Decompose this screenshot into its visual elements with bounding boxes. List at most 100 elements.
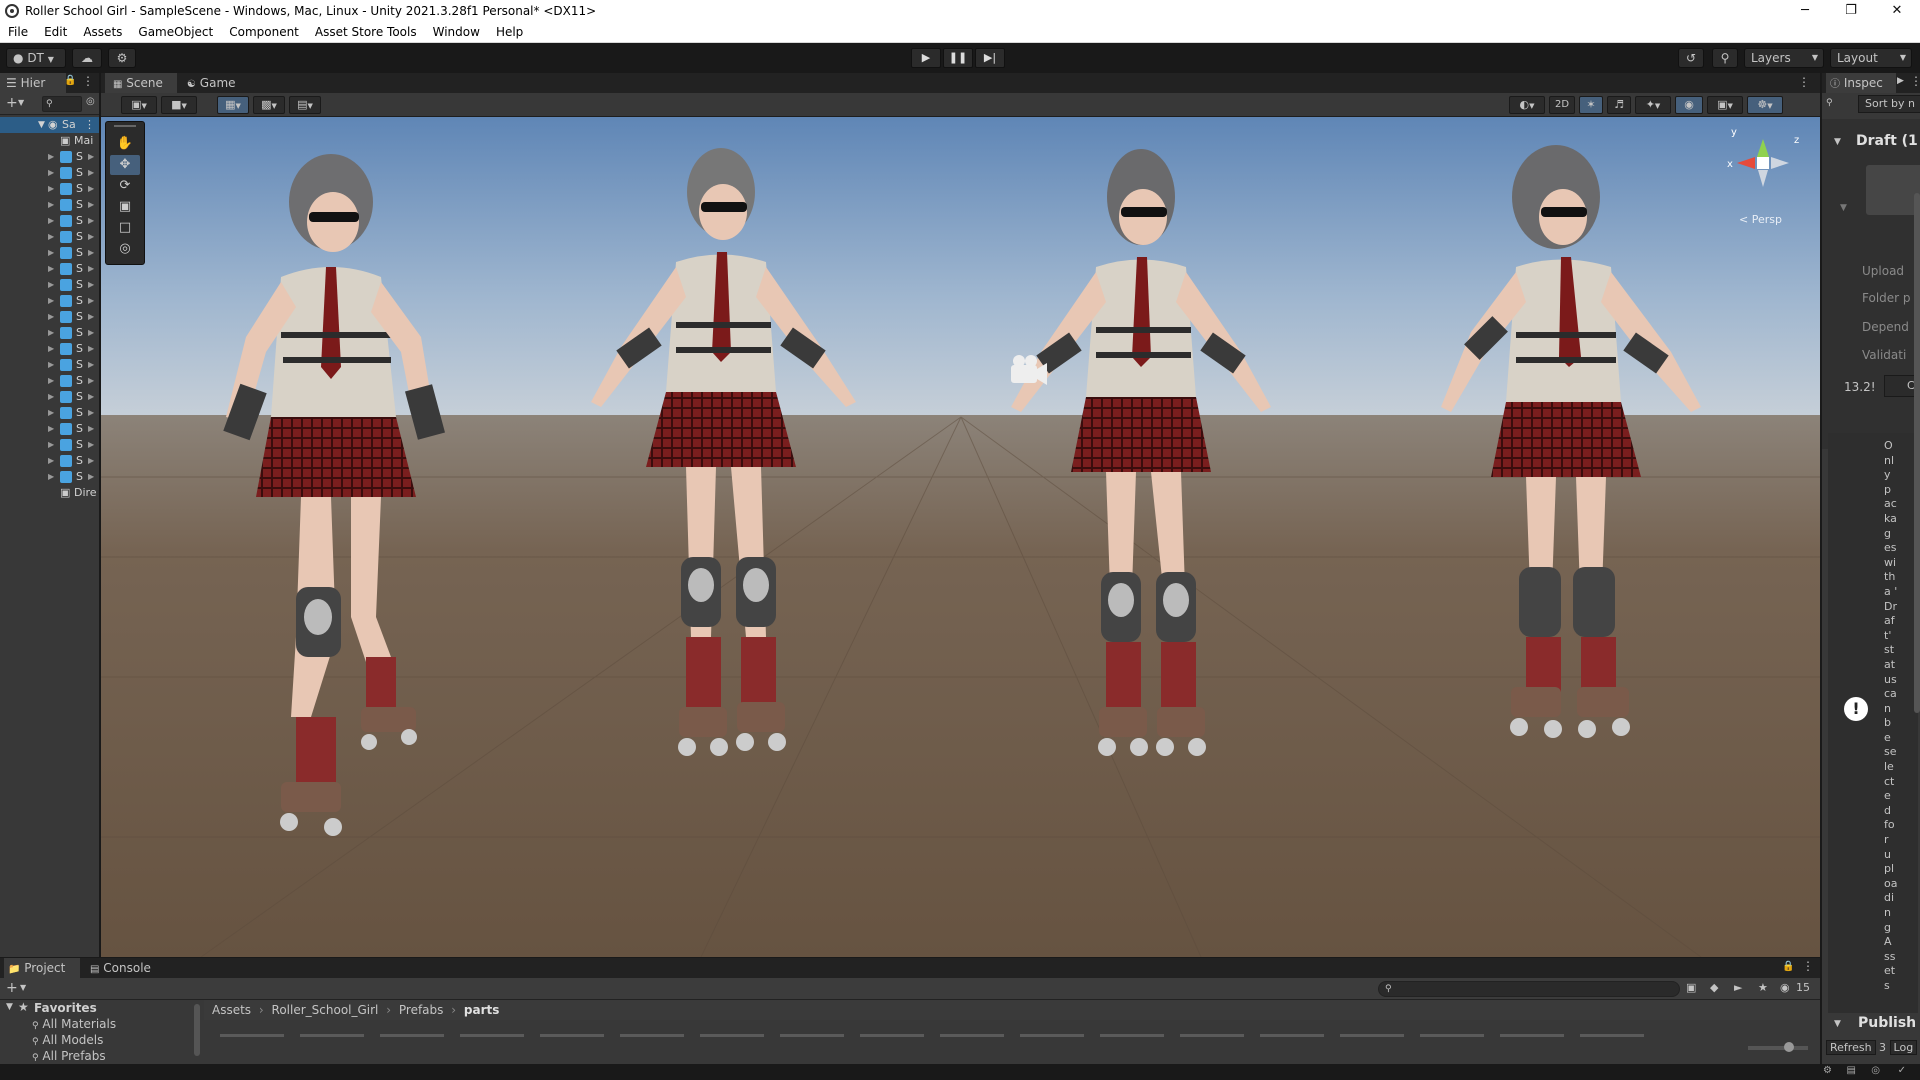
chevron-down-icon[interactable]: ▼ — [1840, 203, 1847, 213]
chevron-right-icon[interactable]: ▶ — [48, 229, 54, 245]
chevron-right-icon[interactable]: ▶ — [88, 149, 94, 165]
chevron-right-icon[interactable]: ▶ — [88, 261, 94, 277]
asset-thumbnail[interactable] — [220, 1034, 284, 1037]
hierarchy-item[interactable]: ▶ ▶ S — [0, 261, 99, 277]
chevron-right-icon[interactable]: ▶ — [48, 341, 54, 357]
sort-dropdown[interactable]: Sort by n — [1858, 95, 1920, 113]
hierarchy-item[interactable]: ▶ ▶ S — [0, 277, 99, 293]
asset-thumbnail[interactable] — [1580, 1034, 1644, 1037]
zoom-slider-handle[interactable] — [1784, 1042, 1794, 1052]
hierarchy-item[interactable]: ▶ ▶ S — [0, 405, 99, 421]
projection-label[interactable]: < Persp — [1739, 213, 1782, 226]
menu-edit[interactable]: Edit — [36, 22, 75, 43]
chevron-right-icon[interactable]: ▶ — [48, 405, 54, 421]
eye-slash-icon[interactable]: ◉ — [1780, 981, 1790, 994]
asset-thumbnail[interactable] — [940, 1034, 1004, 1037]
chevron-right-icon[interactable]: ▶ — [48, 325, 54, 341]
chevron-right-icon[interactable]: ▶ — [48, 261, 54, 277]
kebab-menu-icon[interactable]: ⋮ — [1802, 959, 1814, 973]
chevron-right-icon[interactable]: ▶ — [48, 469, 54, 485]
asset-thumbnail[interactable] — [380, 1034, 444, 1037]
asset-thumbnail[interactable] — [1340, 1034, 1404, 1037]
account-dropdown[interactable]: ● DT ▼ — [6, 48, 66, 68]
log-button[interactable]: Log — [1889, 1040, 1918, 1055]
chevron-right-icon[interactable]: ▶ — [88, 165, 94, 181]
asset-thumbnail[interactable] — [620, 1034, 684, 1037]
chevron-right-icon[interactable]: ▶ — [48, 293, 54, 309]
menu-help[interactable]: Help — [488, 22, 531, 43]
hierarchy-item[interactable]: ▶ ▶ S — [0, 181, 99, 197]
asset-thumbnail[interactable] — [1420, 1034, 1484, 1037]
minimize-button[interactable]: ─ — [1782, 0, 1828, 22]
asset-thumbnail[interactable] — [1180, 1034, 1244, 1037]
chevron-right-icon[interactable]: ▶ — [88, 357, 94, 373]
menu-file[interactable]: File — [0, 22, 36, 43]
hierarchy-item[interactable]: ▶ ▶ S — [0, 389, 99, 405]
asset-thumbnail[interactable] — [1500, 1034, 1564, 1037]
rotate-tool-button[interactable]: ⟳ — [110, 176, 140, 196]
chevron-right-icon[interactable]: ▶ — [48, 165, 54, 181]
chevron-down-icon[interactable]: ▼ — [1834, 1019, 1841, 1029]
kebab-menu-icon[interactable]: ⋮ — [84, 117, 95, 133]
asset-thumbnail[interactable] — [860, 1034, 924, 1037]
menu-component[interactable]: Component — [221, 22, 307, 43]
close-button[interactable]: ✕ — [1874, 0, 1920, 22]
lighting-toggle[interactable]: ✶ — [1579, 96, 1603, 114]
tab-hierarchy[interactable]: ☰ Hier — [0, 73, 66, 93]
chevron-right-icon[interactable]: ▶ — [88, 469, 94, 485]
audio-toggle[interactable]: ♬ — [1607, 96, 1631, 114]
rect-tool-button[interactable]: □ — [110, 218, 140, 238]
chevron-right-icon[interactable]: ▶ — [88, 213, 94, 229]
chevron-right-icon[interactable]: ▶ — [48, 197, 54, 213]
hierarchy-search-input[interactable]: ⚲ — [42, 96, 82, 112]
tab-scene[interactable]: ▦ Scene — [105, 73, 177, 93]
menu-window[interactable]: Window — [425, 22, 488, 43]
chevron-right-icon[interactable]: ▶ — [48, 245, 54, 261]
chevron-right-icon[interactable]: ▶ — [48, 357, 54, 373]
chevron-down-icon[interactable]: ▼ — [20, 983, 26, 992]
chevron-down-icon[interactable]: ▼ — [18, 98, 24, 107]
search-by-label-icon[interactable]: ◆ — [1710, 981, 1718, 994]
draw-mode-dropdown[interactable]: ▣▼ — [121, 96, 157, 114]
tab-console[interactable]: ▤ Console — [86, 958, 160, 978]
grid-toggle[interactable]: ▦▼ — [217, 96, 249, 114]
render-mode-dropdown[interactable]: ■▼ — [161, 96, 197, 114]
effects-dropdown[interactable]: ✦▼ — [1635, 96, 1671, 114]
asset-thumbnail[interactable] — [700, 1034, 764, 1037]
tag-icon[interactable]: ► — [1734, 981, 1742, 994]
kebab-menu-icon[interactable]: ⋮ — [1798, 75, 1810, 89]
search-button[interactable]: ⚲ — [1712, 48, 1738, 68]
history-button[interactable]: ↺ — [1678, 48, 1704, 68]
sidebar-scrollbar[interactable] — [194, 1004, 200, 1056]
hierarchy-item[interactable]: ▶ ▶ S — [0, 341, 99, 357]
hierarchy-item[interactable]: ▶ ▶ S — [0, 197, 99, 213]
chevron-down-icon[interactable]: ▼ — [1834, 137, 1841, 147]
chevron-right-icon[interactable]: ▶ — [1897, 76, 1904, 86]
tab-inspector[interactable]: ⓘ Inspec — [1826, 73, 1896, 93]
chevron-right-icon[interactable]: ▶ — [88, 245, 94, 261]
hierarchy-item[interactable]: ▶ ▶ S — [0, 373, 99, 389]
favorite-item[interactable]: ⚲ All Models — [32, 1033, 103, 1047]
breadcrumb-current[interactable]: parts — [464, 1003, 499, 1017]
bug-icon[interactable]: ⚙ — [1823, 1065, 1832, 1076]
chevron-right-icon[interactable]: ▶ — [88, 389, 94, 405]
chevron-right-icon[interactable]: ▶ — [88, 325, 94, 341]
add-icon[interactable]: + — [6, 980, 18, 996]
hierarchy-item[interactable]: ▶ ▶ S — [0, 325, 99, 341]
chevron-right-icon[interactable]: ▶ — [88, 405, 94, 421]
chevron-right-icon[interactable]: ▶ — [88, 181, 94, 197]
collab-button[interactable]: ⚙ — [108, 48, 136, 68]
menu-asset-store-tools[interactable]: Asset Store Tools — [307, 22, 425, 43]
shading-dropdown[interactable]: ◐▼ — [1509, 96, 1545, 114]
star-icon[interactable]: ★ — [1758, 981, 1768, 994]
hierarchy-item[interactable]: ▣ Dire — [0, 485, 99, 501]
palette-grip[interactable] — [114, 125, 136, 127]
chevron-right-icon[interactable]: ▶ — [88, 293, 94, 309]
project-search-input[interactable]: ⚲ — [1378, 981, 1680, 997]
chevron-right-icon[interactable]: ▶ — [48, 389, 54, 405]
kebab-menu-icon[interactable]: ⋮ — [1910, 74, 1920, 88]
hierarchy-item[interactable]: ▣ Mai — [0, 133, 99, 149]
chevron-right-icon[interactable]: ▶ — [48, 213, 54, 229]
chevron-right-icon[interactable]: ▶ — [48, 453, 54, 469]
toggle-2d-button[interactable]: 2D — [1549, 96, 1575, 114]
